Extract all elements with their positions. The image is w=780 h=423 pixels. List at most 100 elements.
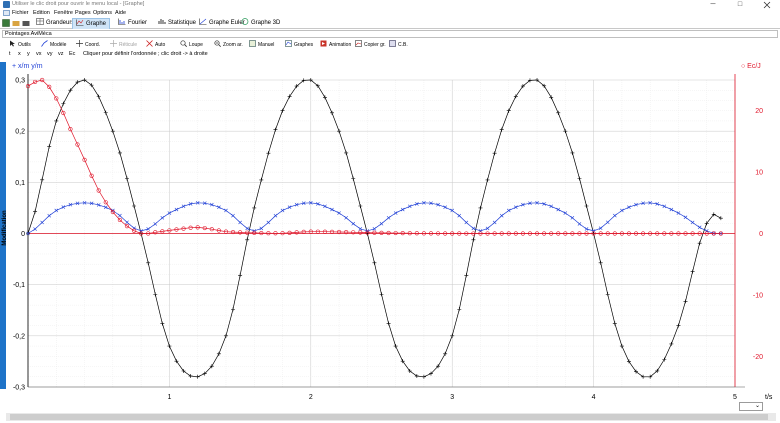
tool-graphes-button[interactable]: Graphes	[285, 40, 313, 49]
title-bar: Utiliser le clic droit pour ouvrir le me…	[0, 0, 780, 9]
series-point	[612, 321, 617, 326]
tab-grandeurs[interactable]: Grandeurs	[33, 18, 77, 29]
auto-zoom-icon	[146, 40, 153, 47]
menu-edition[interactable]: Edition	[33, 10, 50, 16]
tool-modele-button[interactable]: Modèle	[41, 40, 66, 49]
tab-statistique[interactable]: Statistique	[155, 18, 199, 29]
menu-aide[interactable]: Aide	[115, 10, 126, 16]
series-point	[103, 205, 108, 210]
menu-options[interactable]: Options	[93, 10, 112, 16]
y-right-tick-label: 10	[755, 170, 763, 177]
menu-fenetre[interactable]: Fenêtre	[54, 10, 73, 16]
series-point	[499, 213, 504, 218]
tool-animation-button[interactable]: Animation	[320, 40, 351, 49]
graph-chart[interactable]: 0,3 0,2 0,1 0 -0,1 -0,2 -0,3 20 10 0 -10 -20 1 2 3 4 5 t/…	[0, 56, 780, 406]
tool-label: Graphes	[294, 42, 314, 48]
tool-label: C.B.	[398, 42, 408, 48]
tab-graphe-3d[interactable]: Graphe 3D	[238, 18, 283, 29]
series-point	[259, 226, 264, 231]
print-icon[interactable]	[22, 19, 30, 27]
window-title: Utiliser le clic droit pour ouvrir le me…	[12, 1, 145, 7]
fourier-icon	[118, 18, 126, 25]
menu-pages[interactable]: Pages	[75, 10, 91, 16]
tool-loupe-button[interactable]: Loupe	[180, 40, 203, 49]
zoom-select[interactable]: ⌄	[739, 402, 763, 411]
table-icon	[36, 18, 44, 25]
series-point	[33, 227, 37, 231]
series-point	[690, 269, 695, 274]
tool-cb-button[interactable]: C.B.	[389, 40, 408, 49]
tool-label: Animation	[329, 42, 352, 48]
y-left-tick-label: 0,3	[15, 78, 25, 85]
cb-icon	[389, 40, 396, 47]
series-point	[577, 222, 582, 226]
series-point	[478, 205, 483, 210]
tool-coord-button[interactable]: Coord.	[76, 40, 100, 49]
series-point	[683, 215, 688, 220]
series-point	[605, 292, 610, 297]
series-point	[337, 129, 342, 134]
series-point	[669, 341, 674, 346]
graph-toolbar: Outils Modèle Coord. Réticule Auto Loupe…	[0, 39, 780, 49]
close-button[interactable]	[754, 0, 780, 9]
tool-label: Loupe	[189, 42, 203, 48]
series-point	[322, 95, 327, 100]
section-title-bar: Pointages AviMéca	[2, 30, 778, 38]
series-point	[216, 351, 221, 356]
series-point	[514, 205, 518, 210]
series-point	[153, 292, 158, 297]
series-point	[556, 207, 561, 212]
open-icon[interactable]	[12, 19, 20, 27]
series-point	[245, 226, 249, 231]
series-point	[598, 226, 603, 231]
manual-scale-icon	[249, 40, 256, 47]
series-point	[379, 292, 384, 297]
tool-copier-graphe-button[interactable]: Copier gr.	[355, 40, 386, 49]
series-point	[372, 260, 377, 265]
series-point	[457, 307, 462, 312]
series-point	[506, 208, 511, 213]
series-point	[584, 203, 589, 208]
series-point	[471, 226, 476, 231]
minimize-button[interactable]: ─	[700, 0, 726, 9]
series-point	[195, 374, 200, 379]
series-point	[676, 323, 681, 328]
series-point	[697, 225, 702, 230]
series-point	[485, 177, 490, 182]
tool-reticule-button[interactable]: Réticule	[110, 40, 137, 49]
chevron-down-icon: ⌄	[754, 403, 760, 409]
tool-auto-button[interactable]: Auto	[146, 40, 165, 49]
menu-bar: Fichier Edition Fenêtre Pages Options Ai…	[0, 9, 780, 17]
series-point	[506, 108, 511, 113]
euler-graph-icon	[199, 18, 207, 25]
y-left-axis-label: + x/m y/m	[12, 63, 43, 70]
series-point	[287, 94, 292, 99]
tool-outils-button[interactable]: Outils	[9, 40, 31, 49]
series-point	[464, 273, 469, 278]
tool-label: Coord.	[85, 42, 101, 48]
series-point	[231, 307, 236, 312]
tool-zoom-arriere-button[interactable]: Zoom ar.	[214, 40, 243, 49]
series-point	[605, 220, 610, 225]
series-point	[457, 213, 462, 218]
series-point	[124, 176, 129, 181]
tab-graphe[interactable]: Graphe	[72, 18, 111, 29]
tool-manuel-button[interactable]: Manuel	[249, 40, 274, 49]
menu-fichier[interactable]: Fichier	[12, 10, 29, 16]
scrollbar-thumb[interactable]	[10, 414, 768, 420]
series-point	[245, 237, 250, 242]
series-point	[96, 94, 101, 99]
tab-label: Statistique	[168, 20, 197, 26]
cursor-icon	[10, 40, 15, 47]
series-point	[351, 176, 356, 181]
app-icon	[3, 1, 10, 8]
maximize-button[interactable]: □	[727, 0, 753, 9]
series-point	[358, 203, 363, 208]
tab-bar: Grandeurs Graphe Fourier Statistique Gra…	[0, 17, 780, 29]
series-point	[266, 220, 271, 225]
series-point	[556, 110, 561, 115]
save-icon[interactable]	[2, 19, 10, 27]
y-right-tick-label: -20	[753, 354, 763, 361]
x-tick-label: 4	[592, 394, 596, 401]
tab-fourier[interactable]: Fourier	[115, 18, 150, 29]
